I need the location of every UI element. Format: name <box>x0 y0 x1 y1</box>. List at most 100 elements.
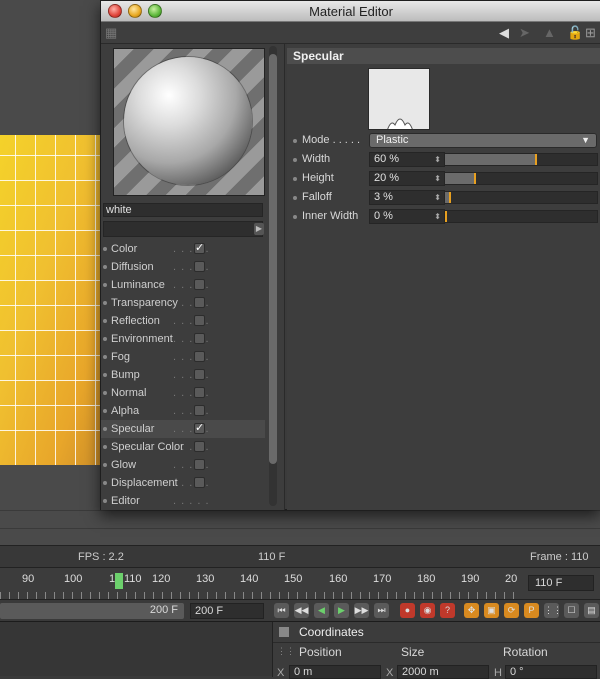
channel-item[interactable]: Glow. . . . . <box>101 456 265 474</box>
slider-handle[interactable] <box>449 192 451 203</box>
layout-icon[interactable]: ▤ <box>584 603 599 618</box>
channel-checkbox[interactable] <box>194 387 205 398</box>
channel-item[interactable]: Specular. . . . . ✓ <box>101 420 265 438</box>
channel-checkbox[interactable] <box>194 315 205 326</box>
stepper-icon[interactable]: ⬍ <box>434 172 441 185</box>
mode-select[interactable]: Plastic ▼ <box>369 133 597 148</box>
channel-item[interactable]: Displacement. . . . . <box>101 474 265 492</box>
timeline-tick-label: 180 <box>417 573 436 585</box>
param-slider[interactable] <box>444 210 598 223</box>
rotate-key-icon[interactable]: ⟳ <box>504 603 519 618</box>
channel-item[interactable]: Specular Color. . . . . <box>101 438 265 456</box>
channel-label: Glow <box>111 459 137 471</box>
channel-item[interactable]: Editor . . . . . <box>101 492 265 510</box>
channel-checkbox[interactable] <box>194 261 205 272</box>
material-name-field[interactable]: white <box>103 203 263 217</box>
go-start-icon[interactable]: ⏮ <box>274 603 289 618</box>
bullet-icon <box>103 391 107 395</box>
param-value-field[interactable]: 60 % ⬍ <box>369 152 445 167</box>
channel-checkbox[interactable]: ✓ <box>194 243 205 254</box>
stepper-icon[interactable]: ⬍ <box>434 191 441 204</box>
current-frame-field[interactable]: 110 F <box>528 575 594 591</box>
channel-checkbox[interactable]: ✓ <box>194 423 205 434</box>
go-end-icon[interactable]: ⏭ <box>374 603 389 618</box>
channel-checkbox[interactable] <box>194 369 205 380</box>
channel-checkbox[interactable] <box>194 279 205 290</box>
channel-label: Normal <box>111 387 147 399</box>
frame-range-slider[interactable]: 200 F <box>0 603 184 619</box>
timeline-tick-label: 110 <box>124 573 142 585</box>
bullet-icon <box>103 283 107 287</box>
range-end-field[interactable]: 200 F <box>190 603 264 619</box>
scale-key-icon[interactable]: ▣ <box>484 603 499 618</box>
channel-item[interactable]: Diffusion. . . . . <box>101 258 265 276</box>
autokey-icon[interactable]: ◉ <box>420 603 435 618</box>
timeline-tick-label: 1 <box>109 573 116 585</box>
play-forward-icon[interactable]: ▶ <box>334 603 349 618</box>
param-value-field[interactable]: 0 % ⬍ <box>369 209 445 224</box>
param-key-icon[interactable]: P <box>524 603 539 618</box>
param-value-field[interactable]: 20 % ⬍ <box>369 171 445 186</box>
channel-item[interactable]: Luminance. . . . . <box>101 276 265 294</box>
channel-item[interactable]: Color. . . . . ✓ <box>101 240 265 258</box>
play-back-icon[interactable]: ◀ <box>314 603 329 618</box>
channel-checkbox[interactable] <box>194 297 205 308</box>
h-rotation-field[interactable]: 0 ° <box>505 665 597 679</box>
param-slider[interactable] <box>444 172 598 185</box>
param-value-field[interactable]: 3 % ⬍ <box>369 190 445 205</box>
channel-label: Specular <box>111 423 155 435</box>
arrow-right-icon[interactable]: ➤ <box>519 25 530 41</box>
record-icon[interactable]: ● <box>400 603 415 618</box>
channel-label: Reflection <box>111 315 160 327</box>
position-header: Position <box>299 645 342 659</box>
title-bar[interactable]: Material Editor <box>101 1 600 22</box>
channel-checkbox[interactable] <box>194 333 205 344</box>
param-slider[interactable] <box>444 191 598 204</box>
channel-item[interactable]: Reflection. . . . . <box>101 312 265 330</box>
channel-item[interactable]: Alpha. . . . . <box>101 402 265 420</box>
material-path-field[interactable]: ▶ <box>103 221 264 237</box>
material-preview[interactable] <box>113 48 265 196</box>
keyframe-help-icon[interactable]: ? <box>440 603 455 618</box>
stepper-icon[interactable]: ⬍ <box>434 210 441 223</box>
channel-scrollbar[interactable] <box>269 46 277 506</box>
param-slider[interactable] <box>444 153 598 166</box>
x-size-field[interactable]: 2000 m <box>397 665 489 679</box>
timeline[interactable]: 110 F 90 100 1 110 120 130 140 150 160 170 180 190 2… <box>0 567 600 599</box>
channel-checkbox[interactable] <box>194 405 205 416</box>
channel-checkbox[interactable] <box>194 459 205 470</box>
chevron-right-icon[interactable]: ▶ <box>254 223 264 235</box>
timeline-cursor[interactable] <box>115 573 123 589</box>
preview-sphere <box>124 57 252 185</box>
channel-item[interactable]: Bump. . . . . <box>101 366 265 384</box>
bottom-panels: Coordinates ⋮⋮ Position Size Rotation X … <box>0 621 600 679</box>
slider-handle[interactable] <box>474 173 476 184</box>
slider-handle[interactable] <box>445 211 447 222</box>
pla-key-icon[interactable]: ⋮⋮ <box>544 603 562 618</box>
channel-item[interactable]: Fog. . . . . <box>101 348 265 366</box>
prev-key-icon[interactable]: ◀◀ <box>294 603 309 618</box>
bullet-icon <box>103 319 107 323</box>
channel-item[interactable]: Transparency. . . . . <box>101 294 265 312</box>
stepper-icon[interactable]: ⬍ <box>434 153 441 166</box>
move-key-icon[interactable]: ✥ <box>464 603 479 618</box>
bullet-icon <box>103 373 107 377</box>
param-row: Inner Width 0 % ⬍ <box>287 208 600 226</box>
channel-checkbox[interactable] <box>194 477 205 488</box>
scheme-icon[interactable]: ☐ <box>564 603 579 618</box>
panel-toggle-icon[interactable] <box>279 627 289 637</box>
arrow-left-icon[interactable]: ◀ <box>499 25 509 41</box>
x-position-field[interactable]: 0 m <box>289 665 381 679</box>
scrollbar-thumb[interactable] <box>269 54 277 464</box>
channel-label: Displacement <box>111 477 178 489</box>
channel-checkbox[interactable] <box>194 441 205 452</box>
next-key-icon[interactable]: ▶▶ <box>354 603 369 618</box>
channel-item[interactable]: Environment. . . . . <box>101 330 265 348</box>
param-row: Height 20 % ⬍ <box>287 170 600 188</box>
channel-item[interactable]: Normal. . . . . <box>101 384 265 402</box>
arrow-up-icon[interactable]: ▲ <box>543 25 556 41</box>
lock-icon[interactable]: 🔓 <box>567 25 583 41</box>
channel-checkbox[interactable] <box>194 351 205 362</box>
new-window-icon[interactable]: ⊞ <box>585 25 596 41</box>
slider-handle[interactable] <box>535 154 537 165</box>
